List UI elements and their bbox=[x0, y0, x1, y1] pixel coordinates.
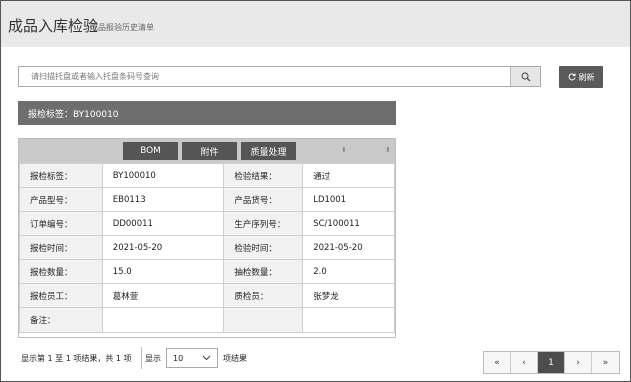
detail-value: 通过 bbox=[302, 163, 395, 188]
detail-key: 抽检数量： bbox=[223, 259, 304, 284]
detail-key: 产品货号： bbox=[223, 187, 304, 212]
first-page-button[interactable]: « bbox=[484, 352, 511, 373]
pagination: « ‹ 1 › » bbox=[483, 351, 620, 374]
detail-table: 报检标签： BY100010 检验结果： 通过 产品型号： EB0113 产品货号： LD10… bbox=[19, 163, 395, 333]
show-label: 显示 bbox=[145, 353, 161, 363]
sort-icon: ⬍ bbox=[341, 146, 347, 154]
refresh-button[interactable]: 刷新 bbox=[559, 66, 603, 88]
sort-icon: ⬍ bbox=[385, 146, 391, 154]
search-icon bbox=[520, 71, 530, 81]
prev-page-button[interactable]: ‹ bbox=[511, 352, 538, 373]
detail-value: DD00011 bbox=[101, 211, 225, 236]
detail-key bbox=[223, 307, 304, 333]
detail-key: 检验结果： bbox=[223, 163, 304, 188]
detail-value: EB0113 bbox=[101, 187, 225, 212]
detail-toolbar: BOM 附件 质量处理 ⬍ ⬍ bbox=[19, 139, 395, 163]
detail-value bbox=[101, 307, 225, 333]
refresh-label: 刷新 bbox=[578, 72, 595, 82]
detail-row: 报检员工： 葛林萱 质检员： 张梦龙 bbox=[19, 283, 395, 308]
items-suffix-label: 项结果 bbox=[223, 353, 247, 363]
last-page-button[interactable]: » bbox=[592, 352, 619, 373]
detail-key: 生产序列号： bbox=[223, 211, 304, 236]
detail-value: 葛林萱 bbox=[101, 283, 225, 308]
detail-key: 订单编号： bbox=[19, 211, 103, 236]
search-box bbox=[18, 66, 541, 87]
page-1-button[interactable]: 1 bbox=[538, 352, 565, 373]
page-subtitle: 成品报验历史清单 bbox=[90, 23, 154, 32]
detail-value: LD1001 bbox=[302, 187, 395, 212]
page-size-select[interactable]: 10 bbox=[166, 348, 218, 368]
detail-row: 报检时间： 2021-05-20 检验时间： 2021-05-20 bbox=[19, 235, 395, 260]
inspection-detail-panel: BOM 附件 质量处理 ⬍ ⬍ 报检标签： BY100010 检验结果： 通过 产品型号… bbox=[18, 138, 396, 338]
detail-key: 报检员工： bbox=[19, 283, 103, 308]
page-size-control: 显示 10 项结果 bbox=[141, 347, 247, 369]
detail-value bbox=[302, 307, 395, 333]
detail-value: BY100010 bbox=[101, 163, 225, 188]
search-button[interactable] bbox=[510, 67, 540, 86]
page-title: 成品入库检验 bbox=[8, 17, 99, 35]
detail-key: 产品型号： bbox=[19, 187, 103, 212]
chevron-down-icon bbox=[202, 355, 211, 361]
attachment-button[interactable]: 附件 bbox=[182, 142, 237, 160]
detail-value: 15.0 bbox=[101, 259, 225, 284]
next-page-button[interactable]: › bbox=[565, 352, 592, 373]
detail-value: 张梦龙 bbox=[302, 283, 395, 308]
inspection-label-bar: 报检标签：BY100010 bbox=[18, 101, 396, 125]
detail-key: 质检员： bbox=[223, 283, 304, 308]
result-summary: 显示第 1 至 1 项结果，共 1 项 bbox=[21, 354, 132, 363]
detail-key: 检验时间： bbox=[223, 235, 304, 260]
detail-row: 报检数量： 15.0 抽检数量： 2.0 bbox=[19, 259, 395, 284]
detail-value: SC/100011 bbox=[302, 211, 395, 236]
detail-value: 2021-05-20 bbox=[302, 235, 395, 260]
page-size-value: 10 bbox=[173, 353, 184, 363]
detail-key: 报检标签： bbox=[19, 163, 103, 188]
page-header: 成品入库检验 成品报验历史清单 bbox=[1, 1, 630, 47]
quality-handling-button[interactable]: 质量处理 bbox=[241, 142, 296, 160]
detail-value: 2.0 bbox=[302, 259, 395, 284]
detail-row: 产品型号： EB0113 产品货号： LD1001 bbox=[19, 187, 395, 212]
detail-key: 报检时间： bbox=[19, 235, 103, 260]
search-input[interactable] bbox=[19, 67, 511, 86]
bom-button[interactable]: BOM bbox=[123, 142, 178, 160]
detail-row: 订单编号： DD00011 生产序列号： SC/100011 bbox=[19, 211, 395, 236]
detail-row: 报检标签： BY100010 检验结果： 通过 bbox=[19, 163, 395, 188]
detail-key: 备注： bbox=[19, 307, 103, 333]
detail-key: 报检数量： bbox=[19, 259, 103, 284]
detail-value: 2021-05-20 bbox=[101, 235, 225, 260]
detail-row: 备注： bbox=[19, 307, 395, 333]
refresh-icon bbox=[568, 73, 575, 81]
